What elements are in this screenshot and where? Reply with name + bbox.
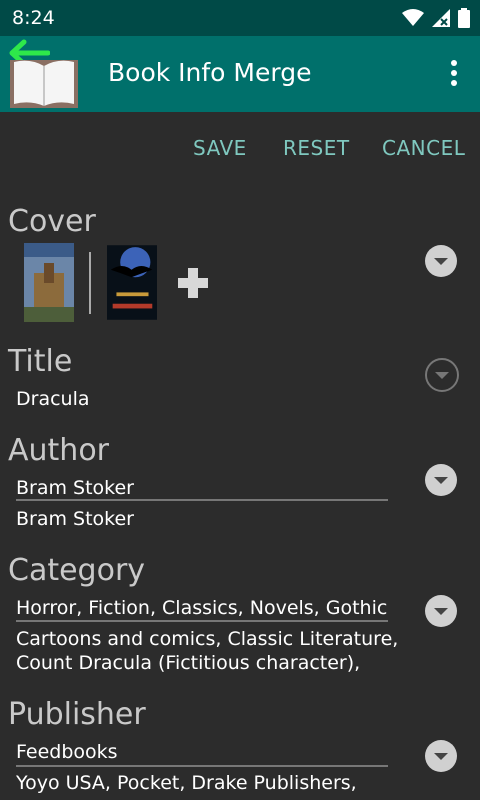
cover-label: Cover bbox=[8, 204, 96, 239]
publisher-value-primary[interactable]: Feedbooks bbox=[16, 741, 118, 763]
author-value-alt: Bram Stoker bbox=[16, 508, 134, 530]
status-bar: 8:24 bbox=[0, 0, 480, 36]
title-value: Dracula bbox=[16, 388, 90, 410]
save-button[interactable]: SAVE bbox=[193, 136, 247, 160]
category-dropdown-icon[interactable] bbox=[425, 595, 457, 627]
category-value-alt-line1: Cartoons and comics, Classic Literature, bbox=[16, 628, 399, 650]
action-row: SAVE RESET CANCEL bbox=[0, 136, 480, 160]
cover-divider bbox=[89, 252, 91, 314]
publisher-value-alt-line1: Yoyo USA, Pocket, Drake Publishers, bbox=[16, 772, 357, 794]
category-value-alt-line2: Count Dracula (Fictitious character), bbox=[16, 652, 361, 674]
status-icons bbox=[402, 8, 470, 28]
author-dropdown-icon[interactable] bbox=[425, 464, 457, 496]
cover-thumbnail-castle[interactable] bbox=[24, 243, 74, 322]
signal-icon bbox=[432, 9, 450, 27]
category-underline bbox=[16, 620, 388, 622]
category-value-primary[interactable]: Horror, Fiction, Classics, Novels, Gothi… bbox=[16, 597, 387, 619]
cover-thumbnail-moon[interactable] bbox=[107, 243, 157, 322]
book-icon bbox=[10, 60, 78, 108]
title-dropdown-icon[interactable] bbox=[425, 358, 459, 392]
app-title: Book Info Merge bbox=[108, 58, 312, 87]
title-label: Title bbox=[8, 344, 73, 379]
cancel-button[interactable]: CANCEL bbox=[382, 136, 465, 160]
publisher-label: Publisher bbox=[8, 697, 146, 732]
category-label: Category bbox=[8, 553, 146, 588]
app-bar: Book Info Merge bbox=[0, 36, 480, 112]
wifi-icon bbox=[402, 9, 424, 26]
cover-dropdown-icon[interactable] bbox=[425, 245, 457, 277]
author-label: Author bbox=[8, 433, 110, 468]
author-underline bbox=[16, 499, 388, 501]
add-cover-icon[interactable] bbox=[178, 268, 208, 298]
reset-button[interactable]: RESET bbox=[283, 136, 350, 160]
author-value-primary[interactable]: Bram Stoker bbox=[16, 477, 134, 499]
status-time: 8:24 bbox=[12, 7, 55, 29]
overflow-menu-icon[interactable] bbox=[450, 60, 458, 88]
battery-icon bbox=[458, 8, 470, 28]
publisher-dropdown-icon[interactable] bbox=[425, 740, 457, 772]
publisher-underline bbox=[16, 765, 388, 767]
